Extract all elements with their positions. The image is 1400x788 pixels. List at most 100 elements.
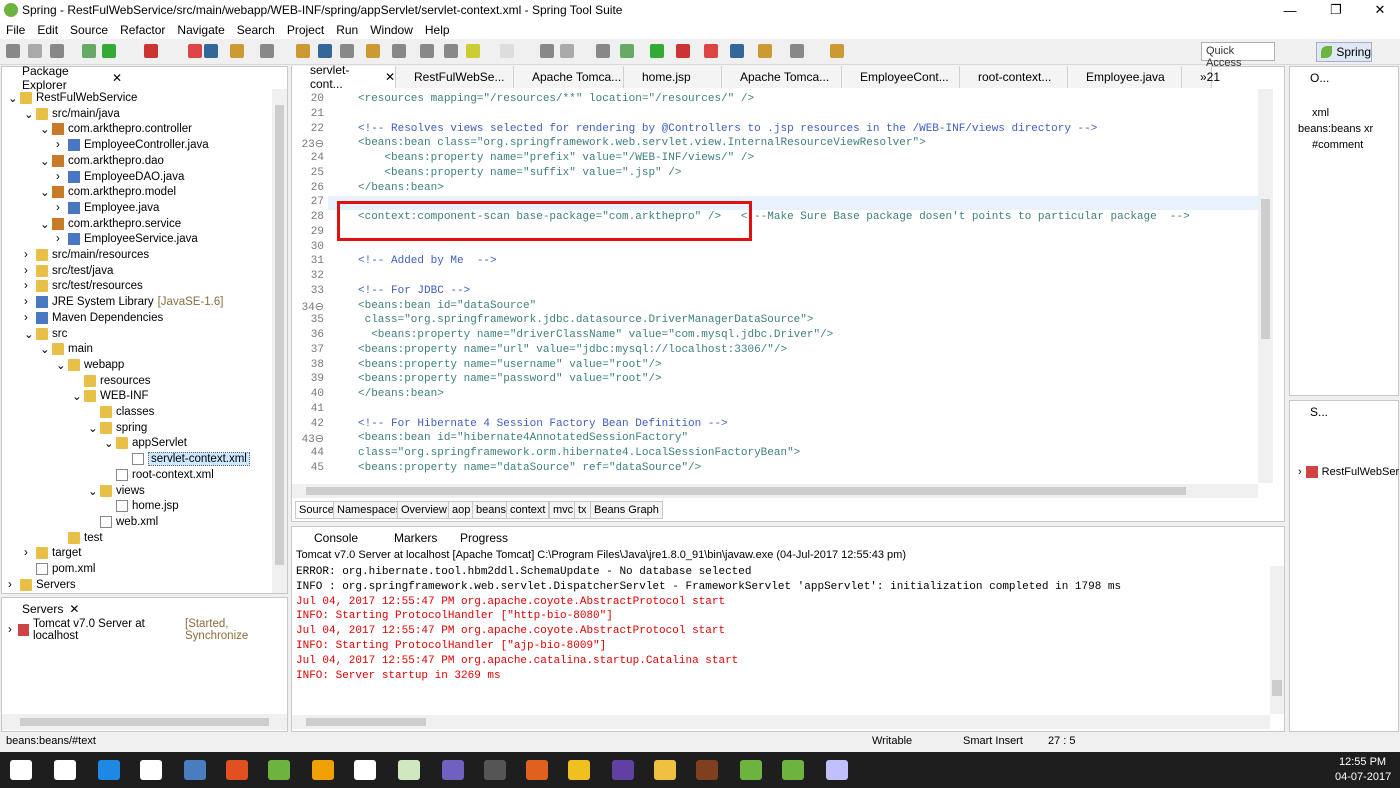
- close-icon[interactable]: ✕: [385, 70, 395, 84]
- tree-item[interactable]: ⌄ src/main/java: [24, 106, 120, 122]
- toolbar-button-icon[interactable]: [704, 44, 718, 58]
- toolbar-button-icon[interactable]: [6, 44, 20, 58]
- code-line[interactable]: <beans:property name="url" value="jdbc:m…: [358, 344, 787, 356]
- editor-tab[interactable]: servlet-cont... ✕: [292, 63, 396, 91]
- tree-item[interactable]: ⌄ WEB-INF: [72, 388, 149, 404]
- tree-item[interactable]: ⌄ appServlet: [104, 435, 187, 451]
- expand-toggle-icon[interactable]: ⌄: [104, 436, 116, 450]
- tree-item[interactable]: › src/test/resources: [24, 278, 143, 294]
- code-line[interactable]: <beans:bean id="hibernate4AnnotatedSessi…: [358, 432, 688, 444]
- tree-item[interactable]: › Employee.java: [56, 200, 159, 216]
- tree-item[interactable]: home.jsp: [104, 498, 179, 514]
- outline-item[interactable]: #comment: [1298, 139, 1373, 155]
- taskbar-app-icon[interactable]: [612, 760, 634, 780]
- console-tab[interactable]: Progress: [442, 527, 508, 549]
- package-explorer-tab[interactable]: Package Explorer ✕: [2, 64, 122, 92]
- expand-toggle-icon[interactable]: ⌄: [40, 122, 52, 136]
- toolbar-button-icon[interactable]: [758, 44, 772, 58]
- expand-toggle-icon[interactable]: ⌄: [72, 389, 84, 403]
- toolbar-button-icon[interactable]: [340, 44, 354, 58]
- outline-tab[interactable]: O...: [1290, 67, 1360, 89]
- server-right-entry[interactable]: › RestFulWebSer: [1298, 464, 1399, 480]
- editor-tab[interactable]: Employee.java: [1068, 66, 1182, 88]
- tree-item[interactable]: ⌄ com.arkthepro.model: [40, 184, 176, 200]
- menu-source[interactable]: Source: [64, 23, 114, 37]
- code-line[interactable]: class="org.springframework.jdbc.datasour…: [358, 314, 814, 326]
- console-hscrollbar[interactable]: [292, 715, 1270, 729]
- editor-page-tab[interactable]: Source: [295, 501, 338, 519]
- editor-page-tab[interactable]: tx: [574, 501, 591, 519]
- expand-toggle-icon[interactable]: ⌄: [24, 327, 36, 341]
- tree-item[interactable]: ⌄ com.arkthepro.controller: [40, 121, 192, 137]
- taskbar-app-icon[interactable]: [268, 760, 290, 780]
- code-line[interactable]: <beans:bean id="dataSource": [358, 300, 536, 312]
- servers-right-tab[interactable]: S...: [1290, 401, 1350, 423]
- tree-item[interactable]: › Servers: [8, 577, 76, 593]
- toolbar-button-icon[interactable]: [676, 44, 690, 58]
- expand-toggle-icon[interactable]: ›: [56, 139, 68, 151]
- taskbar-app-icon[interactable]: [826, 760, 848, 780]
- expand-toggle-icon[interactable]: ⌄: [40, 154, 52, 168]
- code-line[interactable]: <beans:property name="username" value="r…: [358, 359, 662, 371]
- toolbar-button-icon[interactable]: [560, 44, 574, 58]
- expand-toggle-icon[interactable]: ⌄: [40, 342, 52, 356]
- tree-item[interactable]: test: [56, 530, 103, 546]
- code-line[interactable]: <beans:property name="driverClassName" v…: [358, 329, 833, 341]
- expand-toggle-icon[interactable]: ›: [24, 312, 36, 324]
- toolbar-button-icon[interactable]: [82, 44, 96, 58]
- tree-item[interactable]: › src/test/java: [24, 263, 113, 279]
- tree-item[interactable]: pom.xml: [24, 561, 95, 577]
- menu-help[interactable]: Help: [419, 23, 456, 37]
- toolbar-button-icon[interactable]: [296, 44, 310, 58]
- console-scrollbar[interactable]: [1270, 566, 1284, 714]
- tree-item[interactable]: ⌄ spring: [88, 420, 147, 436]
- quick-access-field[interactable]: Quick Access: [1201, 42, 1275, 69]
- code-line[interactable]: <beans:bean class="org.springframework.w…: [358, 137, 926, 149]
- tree-item[interactable]: › src/main/resources: [24, 247, 149, 263]
- toolbar-button-icon[interactable]: [790, 44, 804, 58]
- toolbar-button-icon[interactable]: [204, 44, 218, 58]
- taskbar-app-icon[interactable]: [226, 760, 248, 780]
- code-line[interactable]: <!-- Resolves views selected for renderi…: [358, 123, 1097, 135]
- taskbar-app-icon[interactable]: [140, 760, 162, 780]
- toolbar-button-icon[interactable]: [392, 44, 406, 58]
- horizontal-scrollbar[interactable]: [2, 714, 287, 730]
- expand-toggle-icon[interactable]: ⌄: [8, 91, 20, 105]
- editor-tab[interactable]: RestFulWebSe...: [396, 66, 514, 88]
- toolbar-button-icon[interactable]: [540, 44, 554, 58]
- menu-navigate[interactable]: Navigate: [171, 23, 230, 37]
- editor-horizontal-scrollbar[interactable]: [292, 484, 1258, 498]
- toolbar-button-icon[interactable]: [650, 44, 664, 58]
- taskbar-app-icon[interactable]: [98, 760, 120, 780]
- editor-vertical-scrollbar[interactable]: [1258, 89, 1273, 483]
- tree-item[interactable]: resources: [72, 373, 151, 389]
- menu-search[interactable]: Search: [231, 23, 281, 37]
- editor-tab[interactable]: root-context...: [960, 66, 1068, 88]
- taskbar-app-icon[interactable]: [54, 760, 76, 780]
- maximize-button[interactable]: ❐: [1314, 0, 1358, 20]
- tree-item[interactable]: › EmployeeService.java: [56, 231, 198, 247]
- editor-page-tab[interactable]: Overview: [397, 501, 451, 519]
- expand-toggle-icon[interactable]: ›: [24, 265, 36, 277]
- close-icon[interactable]: ✕: [69, 602, 79, 616]
- toolbar-button-icon[interactable]: [188, 44, 202, 58]
- code-line[interactable]: <!-- For JDBC -->: [358, 285, 470, 297]
- menu-run[interactable]: Run: [330, 23, 364, 37]
- menu-refactor[interactable]: Refactor: [114, 23, 171, 37]
- outline-item[interactable]: xml: [1298, 107, 1373, 123]
- expand-toggle-icon[interactable]: ⌄: [56, 358, 68, 372]
- tree-item[interactable]: ⌄ com.arkthepro.service: [40, 216, 181, 232]
- tree-item[interactable]: servlet-context.xml: [120, 451, 250, 467]
- expand-toggle-icon[interactable]: ⌄: [40, 217, 52, 231]
- toolbar-button-icon[interactable]: [144, 44, 158, 58]
- editor-tab[interactable]: »21: [1182, 66, 1220, 88]
- editor-page-tab[interactable]: aop: [448, 501, 475, 519]
- editor-tab[interactable]: Apache Tomca...: [514, 66, 624, 88]
- code-line[interactable]: <!-- Added by Me -->: [358, 255, 497, 267]
- servers-tab[interactable]: Servers ✕: [2, 598, 82, 620]
- code-line[interactable]: <resources mapping="/resources/**" locat…: [358, 93, 754, 105]
- expand-toggle-icon[interactable]: ⌄: [88, 484, 100, 498]
- toolbar-button-icon[interactable]: [318, 44, 332, 58]
- expand-toggle-icon[interactable]: ›: [24, 296, 36, 308]
- expand-toggle-icon[interactable]: ›: [24, 547, 36, 559]
